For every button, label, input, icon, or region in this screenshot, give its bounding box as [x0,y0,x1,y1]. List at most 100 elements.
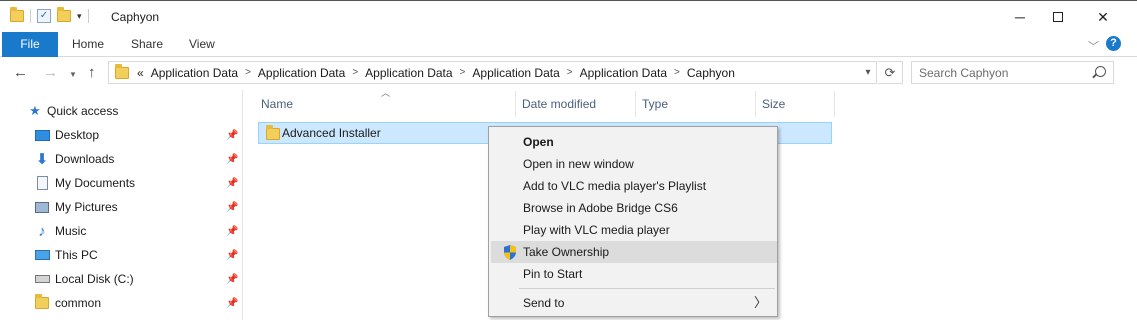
search-icon[interactable] [1095,66,1106,77]
column-header-name[interactable]: Name [261,97,293,111]
chevron-right-icon[interactable]: > [460,67,466,78]
sidebar-item-my-documents[interactable]: My Documents 📌 [0,171,243,195]
breadcrumb-item[interactable]: Application Data [580,66,667,80]
sidebar-item-label: Local Disk (C:) [55,272,134,286]
tab-view[interactable]: View [189,32,215,57]
sidebar-item-label: My Pictures [55,200,118,214]
sidebar-item-label: Desktop [55,128,100,142]
breadcrumb-overflow[interactable]: « [137,66,144,80]
column-divider[interactable] [635,91,636,117]
folder-icon [115,63,129,79]
title-bar: ✓ ▾ Caphyon ─ ✕ [0,0,1137,32]
breadcrumb-item[interactable]: Application Data [472,66,559,80]
chevron-right-icon[interactable]: > [567,67,573,78]
menu-item-take-ownership[interactable]: Take Ownership [491,241,777,263]
breadcrumb-item[interactable]: Application Data [151,66,238,80]
menu-separator [519,288,775,289]
sidebar-item-label: Quick access [47,104,119,118]
menu-item-add-to-vlc-playlist[interactable]: Add to VLC media player's Playlist [491,175,777,197]
pin-icon[interactable]: 📌 [226,226,238,237]
close-button[interactable]: ✕ [1080,1,1126,33]
new-folder-icon[interactable] [57,7,71,22]
quick-access-toolbar: ✓ ▾ [10,7,89,23]
address-dropdown-icon[interactable]: ▾ [858,61,878,84]
file-name: Advanced Installer [282,126,381,140]
column-divider[interactable] [834,91,835,117]
pin-icon[interactable]: 📌 [226,154,238,165]
sidebar-item-label: common [55,296,102,310]
pin-icon[interactable]: 📌 [226,202,238,213]
menu-item-play-vlc[interactable]: Play with VLC media player [491,219,777,241]
sidebar-item-my-pictures[interactable]: My Pictures 📌 [0,195,243,219]
customize-toolbar-icon[interactable]: ▾ [77,11,82,22]
forward-arrow-icon[interactable]: → [43,64,58,81]
column-header-date-modified[interactable]: Date modified [522,97,596,111]
maximize-button[interactable] [1035,1,1081,33]
sidebar-item-downloads[interactable]: ⬇ Downloads 📌 [0,147,243,171]
help-icon[interactable]: ? [1106,36,1121,51]
back-arrow-icon[interactable]: ← [13,64,28,81]
expand-ribbon-icon[interactable]: ﹀ [1088,38,1099,54]
column-header-size[interactable]: Size [762,97,785,111]
column-divider[interactable] [515,91,516,117]
recent-locations-icon[interactable]: ▼ [69,70,77,79]
pin-icon[interactable]: 📌 [226,298,238,309]
sort-ascending-icon: ︿ [381,88,391,98]
documents-icon [34,175,50,191]
ribbon: File Home Share View [0,32,1137,57]
tab-share[interactable]: Share [131,32,163,57]
up-arrow-icon[interactable]: ↑ [88,64,96,81]
menu-item-open[interactable]: Open [491,131,777,153]
menu-item-label: Take Ownership [523,245,610,259]
disk-icon [34,271,50,287]
tab-home[interactable]: Home [72,32,104,57]
sidebar-item-this-pc[interactable]: This PC 📌 [0,243,243,267]
uac-shield-icon [504,245,516,260]
menu-item-open-new-window[interactable]: Open in new window [491,153,777,175]
context-menu: Open Open in new window Add to VLC media… [488,126,778,317]
column-divider[interactable] [755,91,756,117]
properties-icon[interactable]: ✓ [37,9,51,23]
maximize-icon [1053,12,1063,22]
sidebar-item-common[interactable]: common 📌 [0,291,243,315]
refresh-icon[interactable]: ⟳ [878,61,903,84]
sidebar-item-label: My Documents [55,176,136,190]
pin-icon[interactable]: 📌 [226,250,238,261]
sidebar-item-local-disk[interactable]: Local Disk (C:) 📌 [0,267,243,291]
search-input[interactable] [919,65,1089,80]
tab-file[interactable]: File [2,32,58,57]
breadcrumb-item[interactable]: Application Data [258,66,345,80]
sidebar-item-label: Music [55,224,87,238]
chevron-right-icon[interactable]: > [674,67,680,78]
desktop-icon [34,127,50,143]
folder-icon [10,7,24,22]
pin-icon[interactable]: 📌 [226,274,238,285]
search-box[interactable] [911,61,1114,84]
close-icon: ✕ [1097,8,1109,25]
pin-icon[interactable]: 📌 [226,178,238,189]
separator [30,9,31,23]
menu-item-browse-adobe-bridge[interactable]: Browse in Adobe Bridge CS6 [491,197,777,219]
address-bar[interactable]: « Application Data > Application Data > … [108,61,877,84]
folder-icon [266,125,280,140]
column-header-type[interactable]: Type [642,97,668,111]
menu-item-pin-to-start[interactable]: Pin to Start [491,263,777,285]
computer-icon [34,247,50,263]
breadcrumb-item[interactable]: Application Data [365,66,452,80]
menu-item-send-to[interactable]: Send to 〉 [491,292,777,314]
sidebar-item-music[interactable]: ♪ Music 📌 [0,219,243,243]
submenu-arrow-icon: 〉 [753,295,767,310]
chevron-right-icon[interactable]: > [245,67,251,78]
star-icon: ★ [29,103,41,118]
pin-icon[interactable]: 📌 [226,130,238,141]
menu-item-label: Send to [523,296,565,310]
minimize-icon: ─ [1015,9,1025,25]
chevron-right-icon[interactable]: > [352,67,358,78]
breadcrumb-item-current[interactable]: Caphyon [687,66,735,80]
download-icon: ⬇ [35,151,49,168]
sidebar-item-desktop[interactable]: Desktop 📌 [0,123,243,147]
sidebar-item-label: Downloads [55,152,115,166]
pictures-icon [34,199,50,215]
navigation-pane: ★ Quick access Desktop 📌 ⬇ Downloads 📌 M… [0,90,243,320]
sidebar-item-quick-access[interactable]: ★ Quick access [0,99,243,123]
